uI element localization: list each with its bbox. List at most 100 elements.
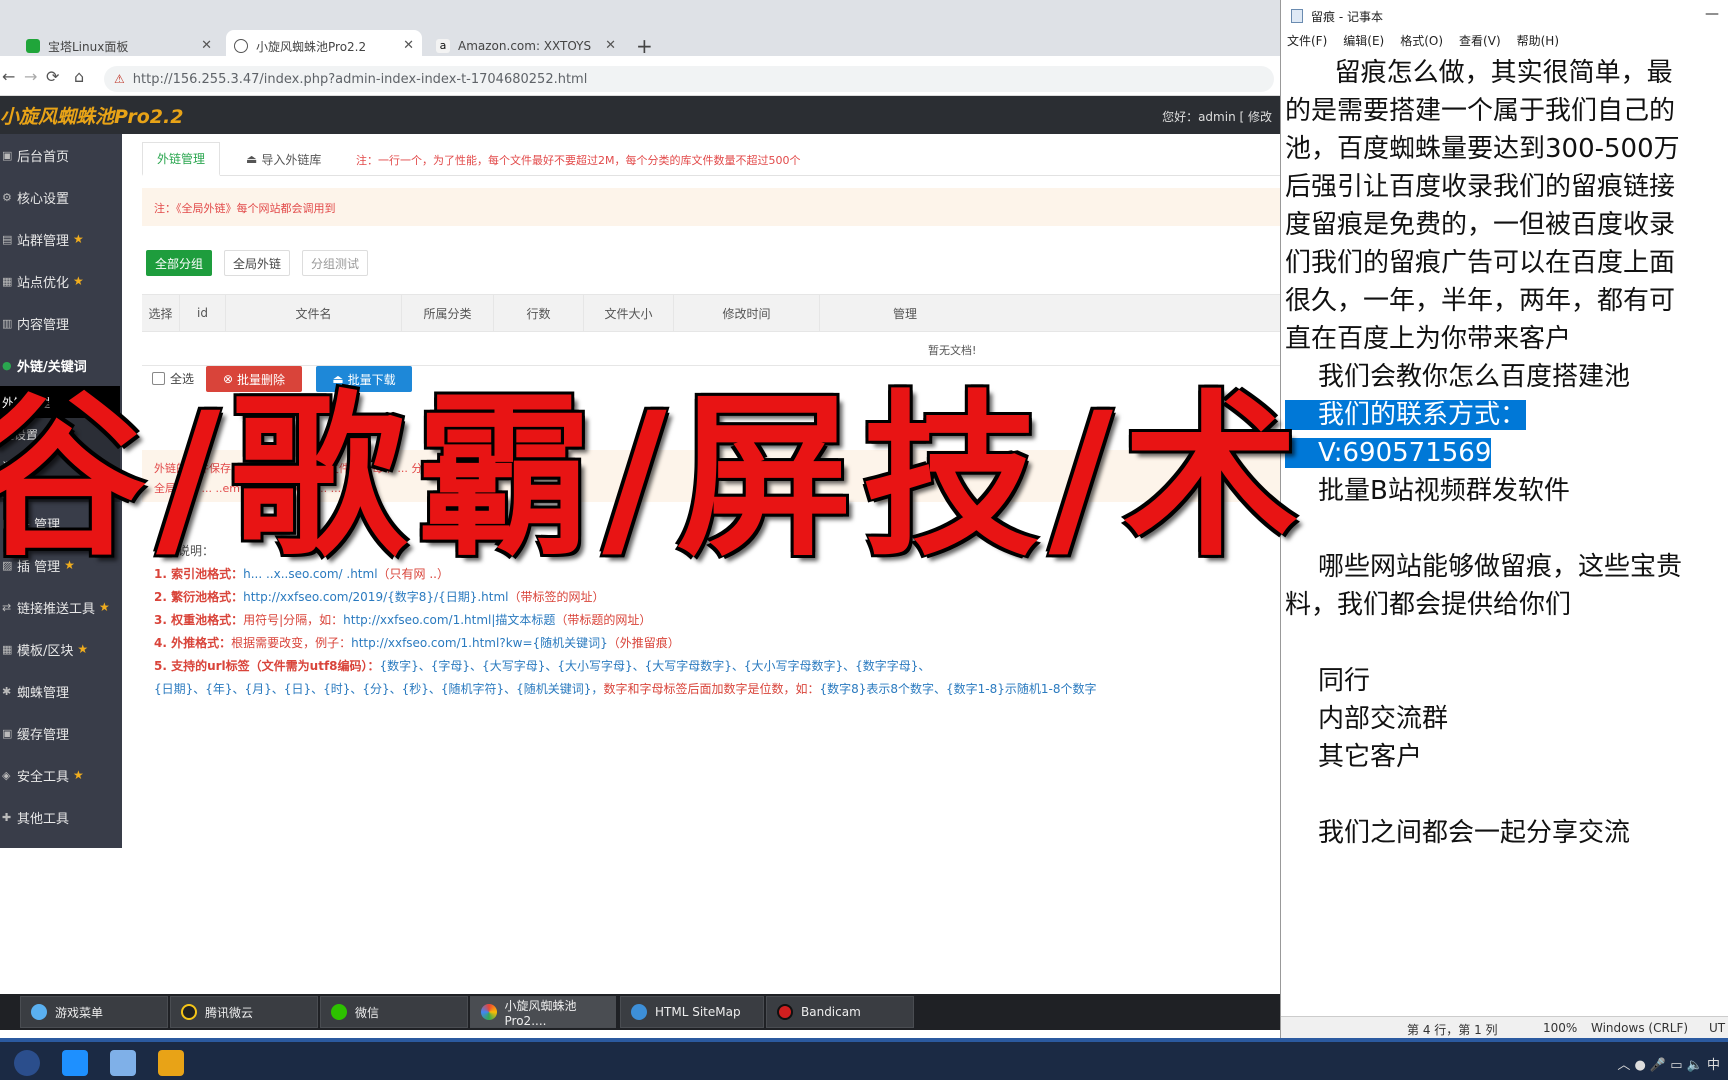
text-line: 同行 bbox=[1285, 666, 1371, 696]
menu-edit[interactable]: 编辑(E) bbox=[1343, 32, 1384, 52]
app-icon[interactable] bbox=[14, 1050, 40, 1076]
text-line: 们我们的留痕广告可以在百度上面 bbox=[1285, 248, 1676, 278]
system-tray[interactable]: ︿ ● 🎤 ▭ 🔈 中 bbox=[1617, 1054, 1720, 1073]
sitemap-icon bbox=[631, 1004, 647, 1020]
setting-url-tags-2: {日期}、{年}、{月}、{日}、{时}、{分}、{秒}、{随机字符}、{随机关… bbox=[154, 678, 1096, 701]
sidebar-item-other-tools[interactable]: ✚ 其他工具 bbox=[0, 796, 122, 838]
not-secure-icon[interactable]: ⚠ bbox=[114, 72, 125, 86]
setting-value: {日期}、{年}、{月}、{日}、{时}、{分}、{秒}、{随机字符}、{随机关… bbox=[154, 682, 604, 696]
taskbar-label: Bandicam bbox=[801, 1005, 861, 1019]
tab-amazon[interactable]: a Amazon.com: XXTOYS ✕ bbox=[428, 30, 624, 62]
sidebar-item-label: 站点优化 bbox=[17, 275, 70, 291]
optimize-icon: ▦ bbox=[2, 274, 13, 288]
back-icon[interactable]: ← bbox=[2, 67, 15, 86]
forward-icon[interactable]: → bbox=[24, 67, 37, 86]
star-icon: ★ bbox=[99, 600, 110, 614]
push-icon: ⇄ bbox=[2, 600, 12, 614]
sidebar-item-link-push[interactable]: ⇄ 链接推送工具 ★ bbox=[0, 586, 122, 628]
tab-label: Amazon.com: XXTOYS bbox=[458, 39, 592, 53]
tools-icon: ✚ bbox=[2, 810, 12, 824]
text-line bbox=[1285, 624, 1728, 662]
qq-icon bbox=[181, 1004, 197, 1020]
menu-view[interactable]: 查看(V) bbox=[1459, 32, 1501, 52]
col-id: id bbox=[180, 295, 226, 331]
taskbar-game-menu[interactable]: 游戏菜单 bbox=[20, 996, 168, 1028]
shield-icon: ◈ bbox=[2, 768, 11, 782]
col-manage: 管理 bbox=[892, 306, 917, 321]
close-icon[interactable]: ✕ bbox=[605, 38, 616, 53]
sidebar-item-label: 核心设置 bbox=[17, 191, 70, 207]
zoom-level: 100% bbox=[1543, 1021, 1578, 1035]
setting-label: 3. 权重池格式： bbox=[154, 613, 244, 627]
star-icon: ★ bbox=[73, 768, 84, 782]
notepad-titlebar: 留痕 - 记事本 — bbox=[1281, 0, 1728, 32]
baota-favicon-icon bbox=[26, 39, 40, 53]
text-line: 我们之间都会一起分享交流 bbox=[1285, 818, 1631, 848]
notepad-statusbar: 第 4 行，第 1 列 100% Windows (CRLF) UT bbox=[1281, 1016, 1728, 1038]
taskbar-html-sitemap[interactable]: HTML SiteMap bbox=[620, 996, 764, 1028]
sidebar-item-template[interactable]: ▦ 模板/区块 ★ bbox=[0, 628, 122, 670]
windows-taskbar: ︿ ● 🎤 ▭ 🔈 中 bbox=[0, 1038, 1728, 1080]
sidebar-item-label: 缓存管理 bbox=[17, 727, 70, 743]
sidebar-item-site-optimize[interactable]: ▦ 站点优化 ★ bbox=[0, 260, 122, 302]
media-icon[interactable] bbox=[158, 1050, 184, 1076]
sidebar-item-site-group[interactable]: ▤ 站群管理 ★ bbox=[0, 218, 122, 260]
text-line: 其它客户 bbox=[1285, 742, 1423, 772]
notepad-icon bbox=[1291, 9, 1303, 23]
app-taskbar: 游戏菜单 腾讯微云 微信 小旋风蜘蛛池Pro2.... HTML SiteMap… bbox=[0, 994, 1280, 1030]
text-line: 料，我们都会提供给你们 bbox=[1285, 590, 1572, 620]
url-field[interactable]: ⚠ http://156.255.3.47/index.php?admin-in… bbox=[104, 66, 1274, 92]
link-icon: ● bbox=[2, 358, 12, 372]
setting-derive-pool: 2. 繁衍池格式：http://xxfseo.com/2019/{数字8}/{日… bbox=[154, 586, 1096, 609]
taskbar-wechat[interactable]: 微信 bbox=[320, 996, 468, 1028]
sidebar-item-label: 外链/关键词 bbox=[17, 359, 87, 375]
setting-label: 4. 外推格式： bbox=[154, 636, 232, 650]
line-ending: Windows (CRLF) bbox=[1591, 1021, 1689, 1035]
all-groups-button[interactable]: 全部分组 bbox=[146, 250, 212, 276]
taskbar-label: 游戏菜单 bbox=[55, 1005, 104, 1020]
sidebar-item-label: 内容管理 bbox=[17, 317, 70, 333]
taskbar-browser[interactable]: 小旋风蜘蛛池Pro2.... bbox=[470, 996, 616, 1028]
tab-link-manage[interactable]: 外链管理 bbox=[142, 142, 221, 176]
sites-icon: ▤ bbox=[2, 232, 13, 246]
address-bar-row: ← → ⟳ ⌂ ⚠ http://156.255.3.47/index.php?… bbox=[0, 62, 1280, 96]
minimize-icon[interactable]: — bbox=[1705, 6, 1719, 22]
sidebar-item-label: 模板/区块 bbox=[17, 643, 74, 659]
sidebar-item-spider[interactable]: ✱ 蜘蛛管理 bbox=[0, 670, 122, 712]
group-test-button[interactable]: 分组测试 bbox=[302, 250, 368, 276]
taskbar-label: 小旋风蜘蛛池Pro2.... bbox=[504, 998, 577, 1028]
tab-spider-pool[interactable]: 小旋风蜘蛛池Pro2.2 ✕ bbox=[226, 30, 422, 62]
sidebar-item-label: 链接推送工具 bbox=[17, 601, 96, 617]
close-icon[interactable]: ✕ bbox=[201, 38, 212, 53]
text-line: 后强引让百度收录我们的留痕链接 bbox=[1285, 172, 1676, 202]
menu-help[interactable]: 帮助(H) bbox=[1517, 32, 1559, 52]
overlay-banner-text: 谷/歌霸/屏技/术 bbox=[0, 375, 1309, 580]
home-icon[interactable]: ⌂ bbox=[74, 67, 84, 86]
browser-icon bbox=[481, 1004, 497, 1020]
setting-value: http://xxfseo.com/2019/{数字8}/{日期}.html bbox=[243, 590, 509, 604]
global-links-button[interactable]: 全局外链 bbox=[224, 250, 290, 276]
menu-file[interactable]: 文件(F) bbox=[1287, 32, 1327, 52]
home-icon: ▣ bbox=[2, 148, 13, 162]
store-icon[interactable] bbox=[62, 1050, 88, 1076]
reload-icon[interactable]: ⟳ bbox=[46, 67, 59, 86]
tab-baota[interactable]: 宝塔Linux面板 ✕ bbox=[18, 30, 220, 62]
sidebar-item-core-settings[interactable]: ⚙ 核心设置 bbox=[0, 176, 122, 218]
taskbar-bandicam[interactable]: Bandicam bbox=[766, 996, 914, 1028]
tab-import-links[interactable]: ⏏ 导入外链库 bbox=[232, 142, 335, 176]
taskbar-label: HTML SiteMap bbox=[655, 1005, 741, 1019]
notepad-taskbar-icon[interactable] bbox=[110, 1050, 136, 1076]
user-greeting[interactable]: 您好：admin [ 修改 bbox=[1162, 108, 1272, 125]
sidebar-item-security[interactable]: ◈ 安全工具 ★ bbox=[0, 754, 122, 796]
new-tab-icon[interactable]: + bbox=[636, 34, 653, 58]
setting-note: （带标签的网址） bbox=[508, 590, 605, 604]
sidebar-item-home[interactable]: ▣ 后台首页 bbox=[0, 134, 122, 176]
text-line: 池，百度蜘蛛量要达到300-500万 bbox=[1285, 134, 1680, 164]
sidebar-item-content[interactable]: ▥ 内容管理 bbox=[0, 302, 122, 344]
gear-icon: ⚙ bbox=[2, 190, 12, 204]
sidebar-item-cache[interactable]: ▣ 缓存管理 bbox=[0, 712, 122, 754]
close-icon[interactable]: ✕ bbox=[403, 38, 414, 53]
sidebar-item-label: 安全工具 bbox=[17, 769, 70, 785]
taskbar-weiyun[interactable]: 腾讯微云 bbox=[170, 996, 318, 1028]
menu-format[interactable]: 格式(O) bbox=[1400, 32, 1443, 52]
